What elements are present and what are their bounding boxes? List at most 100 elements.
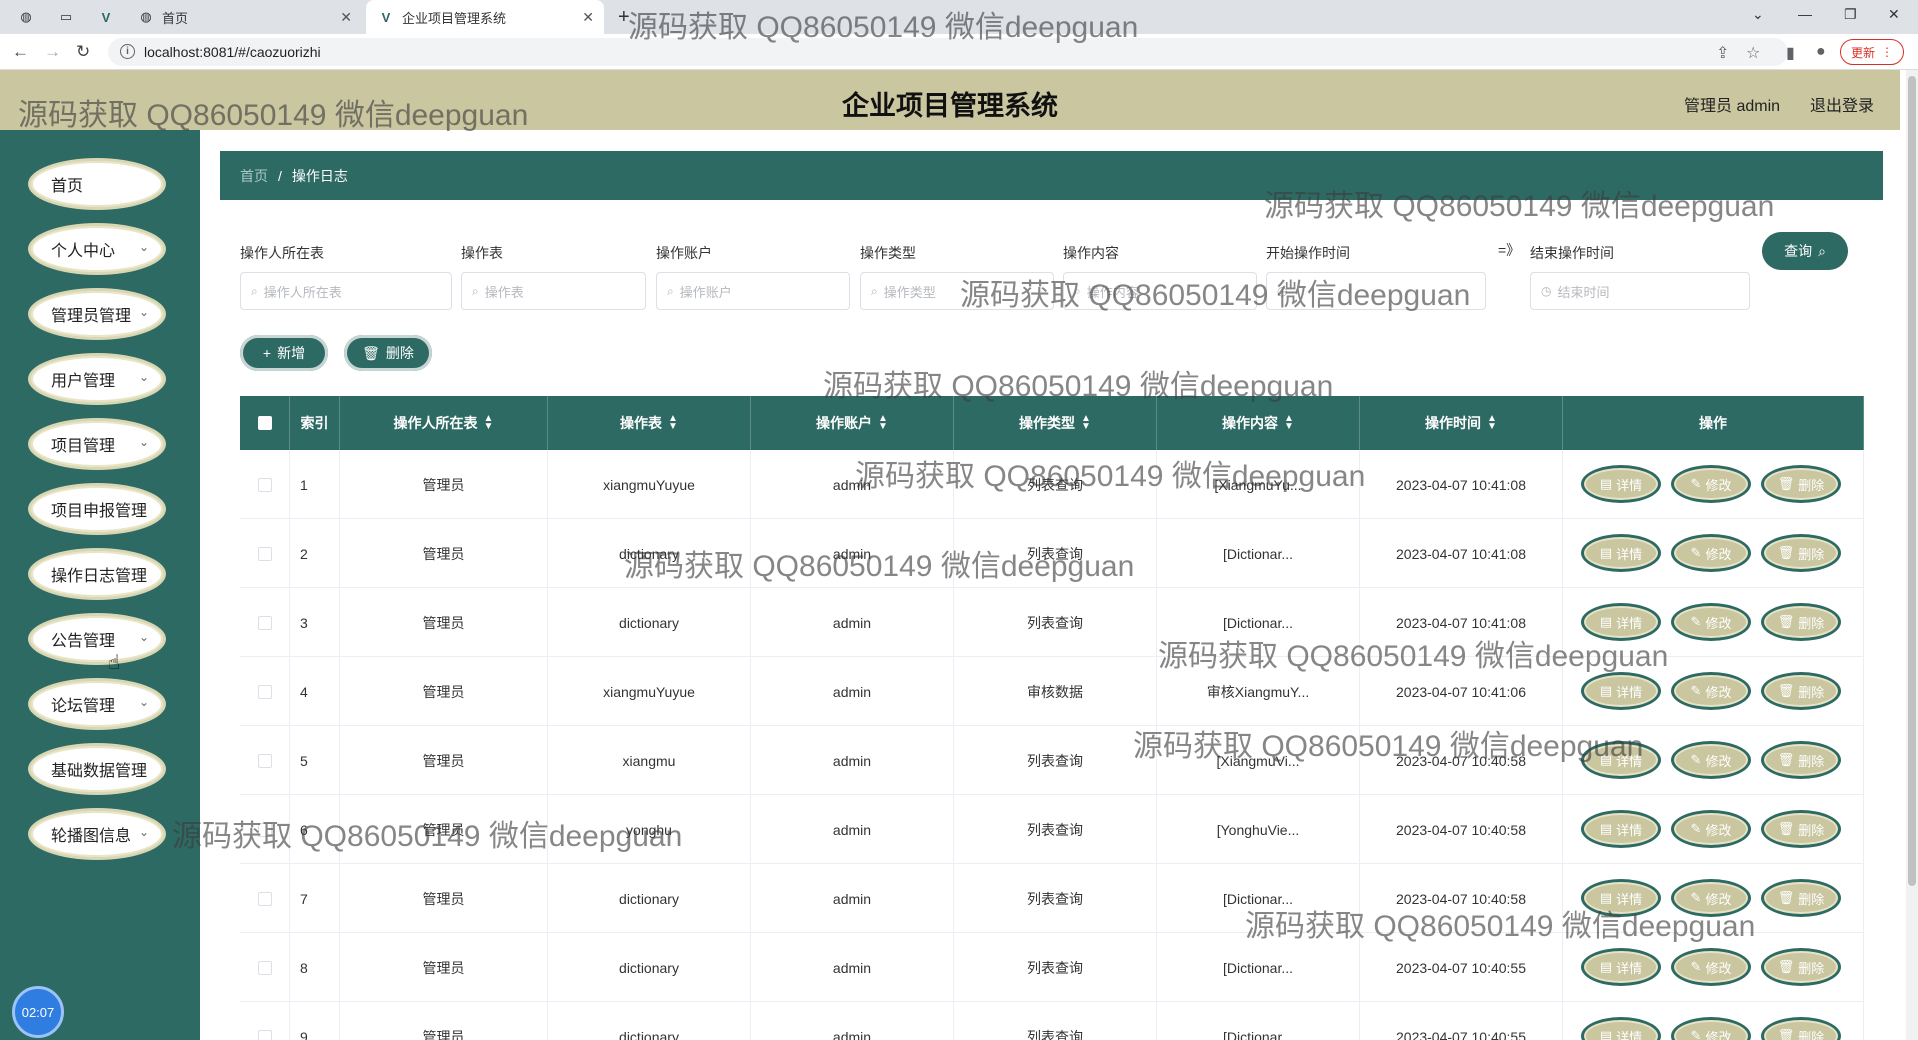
forward-icon[interactable]: → (44, 42, 61, 62)
sidebar-item[interactable]: 公告管理 ⌄ (28, 613, 166, 665)
delete-button[interactable]: 🗑 删除 (1761, 465, 1841, 503)
detail-button[interactable]: ▤ 详情 (1581, 1017, 1661, 1040)
detail-button[interactable]: ▤ 详情 (1581, 810, 1661, 848)
close-icon[interactable]: ✕ (582, 9, 594, 26)
minimize-icon[interactable]: — (1798, 6, 1812, 22)
detail-button[interactable]: ▤ 详情 (1581, 603, 1661, 641)
column-header[interactable]: 操作账户 ▲ ▼ (751, 396, 954, 450)
filter-input[interactable]: ⌕ 操作内容 (1063, 272, 1257, 310)
detail-button[interactable]: ▤ 详情 (1581, 948, 1661, 986)
detail-button[interactable]: ▤ 详情 (1581, 672, 1661, 710)
row-checkbox[interactable] (257, 891, 272, 906)
sort-icon[interactable]: ▲ ▼ (1487, 414, 1497, 432)
column-header[interactable]: 索引 (290, 396, 340, 450)
sidebar-item[interactable]: 首页 (28, 158, 166, 210)
sidebar-item[interactable]: 管理员管理 ⌄ (28, 288, 166, 340)
delete-button[interactable]: 🗑 删除 (1761, 1017, 1841, 1040)
row-checkbox[interactable] (257, 1029, 272, 1040)
column-header[interactable]: 操作 (1563, 396, 1864, 450)
edit-button[interactable]: ✎ 修改 (1671, 879, 1751, 917)
sidebar-item[interactable]: 操作日志管理 (28, 548, 166, 600)
search-button[interactable]: 查询 ⌕ (1762, 232, 1848, 270)
tab-icon-2[interactable]: ▭ (58, 0, 74, 34)
new-tab-button[interactable]: + (618, 0, 630, 34)
info-icon[interactable]: i (120, 44, 135, 59)
sidebar-item[interactable]: 论坛管理 ⌄ (28, 678, 166, 730)
edit-button[interactable]: ✎ 修改 (1671, 948, 1751, 986)
edit-button[interactable]: ✎ 修改 (1671, 603, 1751, 641)
detail-button[interactable]: ▤ 详情 (1581, 879, 1661, 917)
restore-icon[interactable]: ❐ (1844, 6, 1857, 23)
edit-button[interactable]: ✎ 修改 (1671, 672, 1751, 710)
column-header[interactable]: 操作类型 ▲ ▼ (954, 396, 1157, 450)
detail-button[interactable]: ▤ 详情 (1581, 741, 1661, 779)
tab-search-icon[interactable]: ⌄ (1752, 6, 1764, 23)
star-icon[interactable]: ☆ (1746, 43, 1760, 63)
sidebar-item[interactable]: 基础数据管理 (28, 743, 166, 795)
edit-button[interactable]: ✎ 修改 (1671, 534, 1751, 572)
filter-input[interactable]: ⌕ 操作类型 (860, 272, 1054, 310)
edit-button[interactable]: ✎ 修改 (1671, 1017, 1751, 1040)
tab-icon-1[interactable]: ◍ (18, 0, 34, 34)
row-checkbox[interactable] (257, 822, 272, 837)
sidebar-item[interactable]: 用户管理 ⌄ (28, 353, 166, 405)
browser-tab-active[interactable]: V 企业项目管理系统 ✕ (366, 0, 604, 34)
sidebar-item[interactable]: 项目申报管理 (28, 483, 166, 535)
column-header[interactable]: 操作表 ▲ ▼ (548, 396, 751, 450)
delete-button[interactable]: 🗑 删除 (1761, 810, 1841, 848)
url-field[interactable]: i localhost:8081/#/caozuorizhi (108, 38, 1788, 66)
update-button[interactable]: 更新 ⋮ (1839, 39, 1904, 65)
close-icon[interactable]: ✕ (340, 9, 352, 26)
delete-button[interactable]: 🗑 删除 (1761, 534, 1841, 572)
add-button[interactable]: + 新增 (240, 335, 328, 371)
window-close-icon[interactable]: ✕ (1888, 6, 1900, 23)
sort-icon[interactable]: ▲ ▼ (1284, 414, 1294, 432)
cell-role: 管理员 (340, 1002, 548, 1040)
detail-button[interactable]: ▤ 详情 (1581, 465, 1661, 503)
sidebar-item[interactable]: 项目管理 ⌄ (28, 418, 166, 470)
filter-input[interactable]: ⌕ 操作账户 (656, 272, 850, 310)
edit-button[interactable]: ✎ 修改 (1671, 465, 1751, 503)
filter-input[interactable]: ⌕ 操作人所在表 (240, 272, 452, 310)
edit-button[interactable]: ✎ 修改 (1671, 741, 1751, 779)
delete-button[interactable]: 🗑 删除 (1761, 948, 1841, 986)
sidepanel-icon[interactable]: ▮ (1786, 43, 1795, 63)
profile-icon[interactable]: ● (1816, 43, 1826, 61)
filter-input[interactable]: ⌕ 操作表 (461, 272, 646, 310)
back-icon[interactable]: ← (12, 42, 29, 62)
column-header[interactable]: 操作内容 ▲ ▼ (1157, 396, 1360, 450)
delete-button[interactable]: 🗑 删除 (1761, 741, 1841, 779)
row-checkbox[interactable] (257, 684, 272, 699)
row-checkbox[interactable] (257, 477, 272, 492)
delete-button[interactable]: 🗑 删除 (1761, 879, 1841, 917)
sort-icon[interactable]: ▲ ▼ (668, 414, 678, 432)
sidebar-item[interactable]: 轮播图信息 ⌄ (28, 808, 166, 860)
delete-button[interactable]: 🗑 删除 (1761, 672, 1841, 710)
sort-icon[interactable]: ▲ ▼ (484, 414, 494, 432)
logout-link[interactable]: 退出登录 (1810, 92, 1874, 116)
edit-button[interactable]: ✎ 修改 (1671, 810, 1751, 848)
tab-icon-3[interactable]: V (98, 0, 114, 34)
delete-button[interactable]: 🗑 删除 (344, 335, 432, 371)
row-checkbox[interactable] (257, 960, 272, 975)
scrollbar-thumb[interactable] (1908, 76, 1916, 886)
select-all-checkbox[interactable] (257, 416, 272, 430)
detail-button[interactable]: ▤ 详情 (1581, 534, 1661, 572)
browser-tab-home[interactable]: ◍ 首页 ✕ (136, 0, 362, 34)
row-actions: ▤ 详情 ✎ 修改 🗑 删除 (1563, 933, 1864, 1002)
cell-content: [Dictionar... (1157, 588, 1360, 657)
column-header[interactable]: 操作人所在表 ▲ ▼ (340, 396, 548, 450)
sort-icon[interactable]: ▲ ▼ (1081, 414, 1091, 432)
row-checkbox[interactable] (257, 753, 272, 768)
sidebar-item[interactable]: 个人中心 ⌄ (28, 223, 166, 275)
row-checkbox[interactable] (257, 546, 272, 561)
sort-icon[interactable]: ▲ ▼ (878, 414, 888, 432)
column-header[interactable]: 操作时间 ▲ ▼ (1360, 396, 1563, 450)
delete-button[interactable]: 🗑 删除 (1761, 603, 1841, 641)
filter-input[interactable]: ◷ 结束时间 (1530, 272, 1750, 310)
breadcrumb-home[interactable]: 首页 (240, 166, 268, 186)
filter-input[interactable]: ◷ (1266, 272, 1486, 310)
share-icon[interactable]: ⇪ (1716, 43, 1729, 63)
row-checkbox[interactable] (257, 615, 272, 630)
reload-icon[interactable]: ↻ (76, 42, 90, 62)
